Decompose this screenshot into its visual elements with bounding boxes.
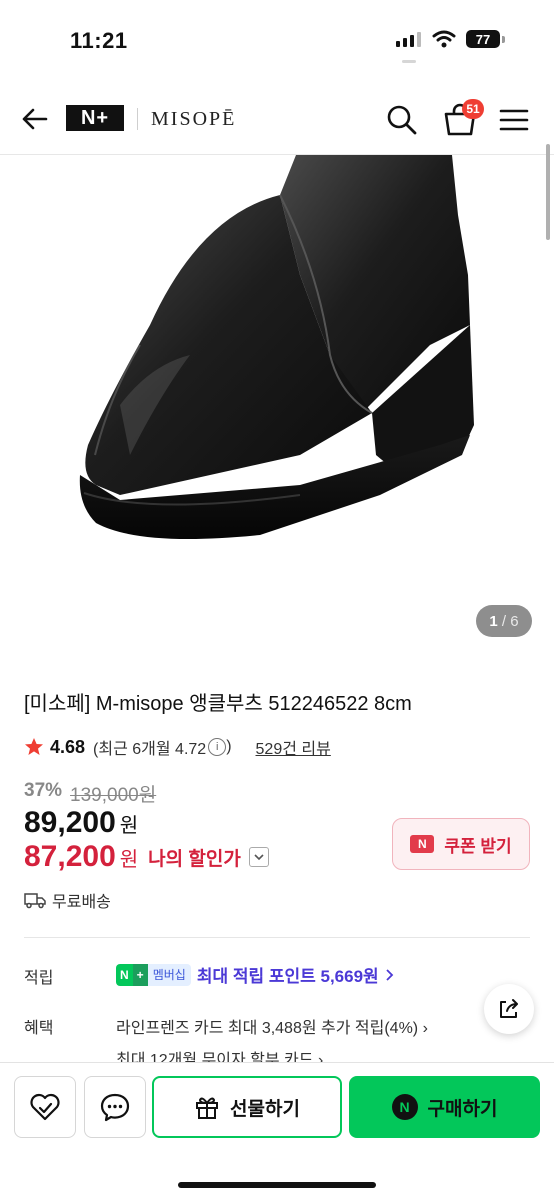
ankle-boot-image (79, 155, 474, 539)
gallery-current: 1 (489, 612, 498, 630)
search-button[interactable] (384, 102, 420, 138)
coupon-button[interactable]: N 쿠폰 받기 (392, 818, 530, 870)
status-time: 11:21 (70, 28, 128, 53)
hamburger-icon (499, 109, 529, 131)
gift-button[interactable]: 선물하기 (152, 1076, 342, 1138)
discount-row: 37% 139,000원 (24, 780, 156, 807)
sale-price: 89,200 (24, 806, 116, 839)
arrow-left-icon (22, 108, 48, 130)
rating-row: 4.68 (최근 6개월 4.72 i ) 529건 리뷰 (24, 735, 331, 759)
points-label: 적립 (24, 970, 54, 987)
my-price-row[interactable]: 87,200 원 나의 할인가 (24, 840, 269, 874)
truck-icon (24, 893, 46, 909)
status-icons: 77 (396, 30, 505, 48)
nplus-logo[interactable]: N+ (66, 105, 124, 131)
benefit-line-1: 라인프렌즈 카드 최대 3,488원 추가 적립(4%) (116, 1020, 419, 1037)
buy-button[interactable]: N 구매하기 (349, 1076, 540, 1138)
naver-n-icon: N (391, 1094, 418, 1120)
chevron-right-icon (386, 968, 393, 981)
points-row[interactable]: N + 멤버십 최대 적립 포인트 5,669원 (116, 962, 395, 987)
shipping-text: 무료배송 (52, 894, 111, 911)
search-icon (387, 105, 417, 135)
badge-plus: + (132, 963, 148, 986)
top-grabber (402, 60, 416, 63)
chevron-down-icon (254, 854, 264, 861)
scroll-indicator (546, 144, 550, 240)
gift-label: 선물하기 (230, 1098, 300, 1120)
star-icon (25, 738, 43, 755)
sale-price-unit: 원 (119, 815, 139, 837)
original-price: 139,000원 (70, 785, 157, 806)
points-label-text: 최대 적립 포인트 (196, 967, 316, 986)
points-text: 최대 적립 포인트 5,669원 (197, 962, 379, 987)
heart-check-icon (30, 1093, 60, 1121)
wishlist-button[interactable] (14, 1076, 76, 1138)
share-button[interactable] (484, 984, 534, 1034)
nplus-membership-badge: N + 멤버십 (116, 963, 191, 986)
discount-rate: 37% (24, 780, 63, 801)
cart-count-badge: 51 (462, 99, 484, 119)
back-button[interactable] (18, 102, 52, 136)
coupon-label: 쿠폰 받기 (444, 836, 512, 856)
info-icon[interactable]: i (208, 738, 227, 756)
price-row: 89,200 원 (24, 806, 138, 840)
shipping-row: 무료배송 (24, 888, 111, 912)
gift-icon (196, 1097, 219, 1119)
gallery-page-indicator: 1 / 6 (476, 605, 532, 637)
product-title: [미소페] M-misope 앵클부츠 512246522 8cm (24, 693, 412, 715)
gallery-total: 6 (510, 612, 519, 630)
rating-value: 4.68 (50, 736, 86, 757)
battery-icon: 77 (466, 30, 500, 48)
signal-icon (396, 32, 421, 47)
talk-button[interactable] (84, 1076, 146, 1138)
my-price: 87,200 (24, 840, 116, 873)
expand-button[interactable] (248, 847, 269, 867)
header: N+ MISOPĒ (0, 84, 554, 155)
my-price-label: 나의 할인가 (148, 848, 241, 870)
recent-rating-text: (최근 6개월 4.72 (93, 741, 207, 758)
logo-separator (137, 108, 138, 130)
brand-name[interactable]: MISOPĒ (151, 108, 236, 131)
product-image[interactable] (0, 155, 554, 660)
points-amount: 5,669원 (320, 967, 379, 986)
recent-rating-close: ) (226, 738, 232, 755)
gallery-divider: / (497, 612, 511, 630)
wifi-icon (432, 30, 456, 48)
battery-tip (502, 35, 505, 43)
benefit-card-points[interactable]: 라인프렌즈 카드 최대 3,488원 추가 적립(4%) › (116, 1014, 428, 1038)
home-indicator (178, 1182, 376, 1188)
share-icon (500, 999, 518, 1018)
review-count-link[interactable]: 529건 리뷰 (256, 735, 331, 759)
buy-label: 구매하기 (427, 1098, 498, 1120)
chevron-right-icon: › (422, 1020, 428, 1037)
badge-membership: 멤버십 (147, 963, 191, 986)
badge-n: N (116, 963, 133, 986)
menu-button[interactable] (498, 104, 530, 136)
benefit-label: 혜택 (24, 1020, 54, 1037)
chat-bubble-icon (100, 1093, 130, 1122)
section-divider (24, 937, 530, 938)
my-price-unit: 원 (119, 848, 139, 871)
naver-n-icon: N (410, 835, 435, 853)
